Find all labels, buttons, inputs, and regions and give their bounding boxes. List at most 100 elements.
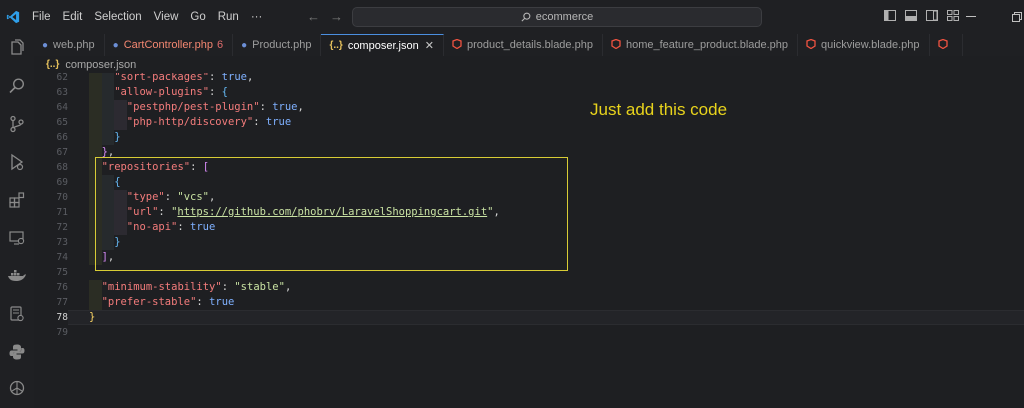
- explorer-icon[interactable]: [5, 36, 29, 60]
- line-number: 64: [56, 102, 68, 113]
- code-token: }: [114, 131, 121, 143]
- code-token: :: [259, 101, 273, 113]
- command-center-search[interactable]: ecommerce: [352, 7, 762, 27]
- code-token: "sort-packages": [114, 73, 210, 83]
- chatgpt-icon[interactable]: [5, 376, 29, 400]
- line-number: 79: [56, 327, 68, 338]
- json-icon: {..}: [329, 40, 343, 51]
- code-line: "pestphp/pest-plugin": true,: [127, 100, 304, 115]
- laravel-icon: [611, 38, 621, 52]
- tab-overflow[interactable]: [930, 34, 963, 56]
- code-line: "php-http/discovery": true: [127, 115, 291, 130]
- code-token: ,: [297, 101, 304, 113]
- indent-shade: [101, 130, 115, 145]
- restore-window-icon[interactable]: [1012, 0, 1022, 34]
- line-number: 69: [56, 177, 68, 188]
- code-token: true: [209, 296, 235, 308]
- code-line: "allow-plugins": {: [114, 85, 228, 100]
- indent-shade: [114, 100, 127, 115]
- indent-shade: [101, 115, 115, 130]
- code-token: "stable": [234, 281, 285, 293]
- menu-run[interactable]: Run: [218, 11, 239, 23]
- menu-view[interactable]: View: [154, 11, 179, 23]
- indent-shade: [89, 295, 102, 310]
- docker-icon[interactable]: [5, 264, 29, 288]
- code-token: true: [221, 73, 247, 83]
- tab-composer-json[interactable]: {..} composer.json ✕: [321, 34, 444, 56]
- tab-home-feature-product-blade[interactable]: home_feature_product.blade.php: [603, 34, 799, 56]
- python-icon[interactable]: [5, 340, 29, 364]
- indent-shade: [89, 85, 102, 100]
- breadcrumb-file[interactable]: composer.json: [65, 59, 136, 71]
- code-token: {: [221, 86, 228, 98]
- menu-selection[interactable]: Selection: [94, 11, 141, 23]
- tab-product-details-blade[interactable]: product_details.blade.php: [444, 34, 603, 56]
- line-number: 72: [56, 222, 68, 233]
- title-bar: File Edit Selection View Go Run ··· ← → …: [0, 0, 1024, 34]
- indent-shade: [89, 115, 102, 130]
- laravel-icon: [937, 38, 948, 52]
- code-line: "minimum-stability": "stable",: [102, 280, 292, 295]
- line-number: 70: [56, 192, 68, 203]
- menu-edit[interactable]: Edit: [63, 11, 83, 23]
- menu-more[interactable]: ···: [251, 11, 263, 23]
- code-token: }: [89, 311, 96, 323]
- menu-go[interactable]: Go: [190, 11, 205, 23]
- indent-shade: [114, 115, 127, 130]
- source-control-icon[interactable]: [5, 112, 29, 136]
- layout-controls: [884, 9, 959, 21]
- code-editor[interactable]: 62 63 64 65 66 67 68 69 70 71 72 73 74 75 76 77 78 79 "so…: [34, 73, 1024, 408]
- highlight-box: [95, 157, 568, 271]
- tab-quickview-blade[interactable]: quickview.blade.php: [798, 34, 930, 56]
- back-arrow-icon[interactable]: ←: [307, 9, 320, 24]
- breadcrumb: {..} composer.json: [34, 56, 1024, 73]
- tab-cartcontroller-php[interactable]: ● CartController.php 6: [105, 34, 234, 56]
- code-token: "allow-plugins": [114, 86, 210, 98]
- forward-arrow-icon[interactable]: →: [330, 9, 343, 24]
- php-icon: ●: [241, 39, 248, 51]
- tab-product-php[interactable]: ● Product.php: [233, 34, 322, 56]
- vscode-window: File Edit Selection View Go Run ··· ← → …: [0, 0, 1024, 408]
- line-number: 77: [56, 297, 68, 308]
- code-token: "minimum-stability": [101, 281, 222, 293]
- line-number: 71: [56, 207, 68, 218]
- code-token: :: [209, 86, 222, 98]
- line-number: 63: [56, 87, 68, 98]
- code-token: :: [253, 116, 266, 128]
- json-icon: {..}: [46, 59, 60, 70]
- code-token: "prefer-stable": [101, 296, 197, 308]
- toggle-panel-icon[interactable]: [905, 9, 917, 21]
- code-token: :: [196, 296, 210, 308]
- run-and-debug-icon[interactable]: [5, 150, 29, 174]
- customize-layout-icon[interactable]: [947, 9, 959, 21]
- close-icon[interactable]: ✕: [425, 39, 434, 52]
- search-icon[interactable]: [5, 74, 29, 98]
- line-number: 78: [56, 312, 68, 323]
- code-token: :: [209, 73, 222, 83]
- remote-explorer-icon[interactable]: [5, 226, 29, 250]
- minimize-window-icon[interactable]: [966, 0, 976, 34]
- menu-file[interactable]: File: [32, 11, 51, 23]
- toggle-secondary-sidebar-icon[interactable]: [926, 9, 938, 21]
- extensions-icon[interactable]: [5, 188, 29, 212]
- code-line: }: [114, 130, 120, 145]
- line-number: 76: [56, 282, 68, 293]
- line-number: 62: [56, 73, 68, 83]
- line-number: 68: [56, 162, 68, 173]
- problem-count-badge: 6: [216, 39, 224, 51]
- laravel-icon: [806, 38, 816, 52]
- line-number: 74: [56, 252, 68, 263]
- php-icon: ●: [112, 39, 119, 51]
- editor-tabs: ● web.php ● CartController.php 6 ● Produ…: [34, 34, 1024, 56]
- code-token: true: [265, 116, 292, 128]
- code-line: }: [89, 310, 95, 325]
- navigation-arrows: ← →: [307, 9, 343, 24]
- code-line: "prefer-stable": true: [102, 295, 235, 310]
- line-number: 66: [56, 132, 68, 143]
- indent-shade: [89, 73, 102, 85]
- toggle-primary-sidebar-icon[interactable]: [884, 9, 896, 21]
- vscode-logo-icon[interactable]: [0, 0, 26, 34]
- tab-web-php[interactable]: ● web.php: [34, 34, 105, 56]
- indent-shade: [89, 100, 102, 115]
- database-icon[interactable]: [5, 302, 29, 326]
